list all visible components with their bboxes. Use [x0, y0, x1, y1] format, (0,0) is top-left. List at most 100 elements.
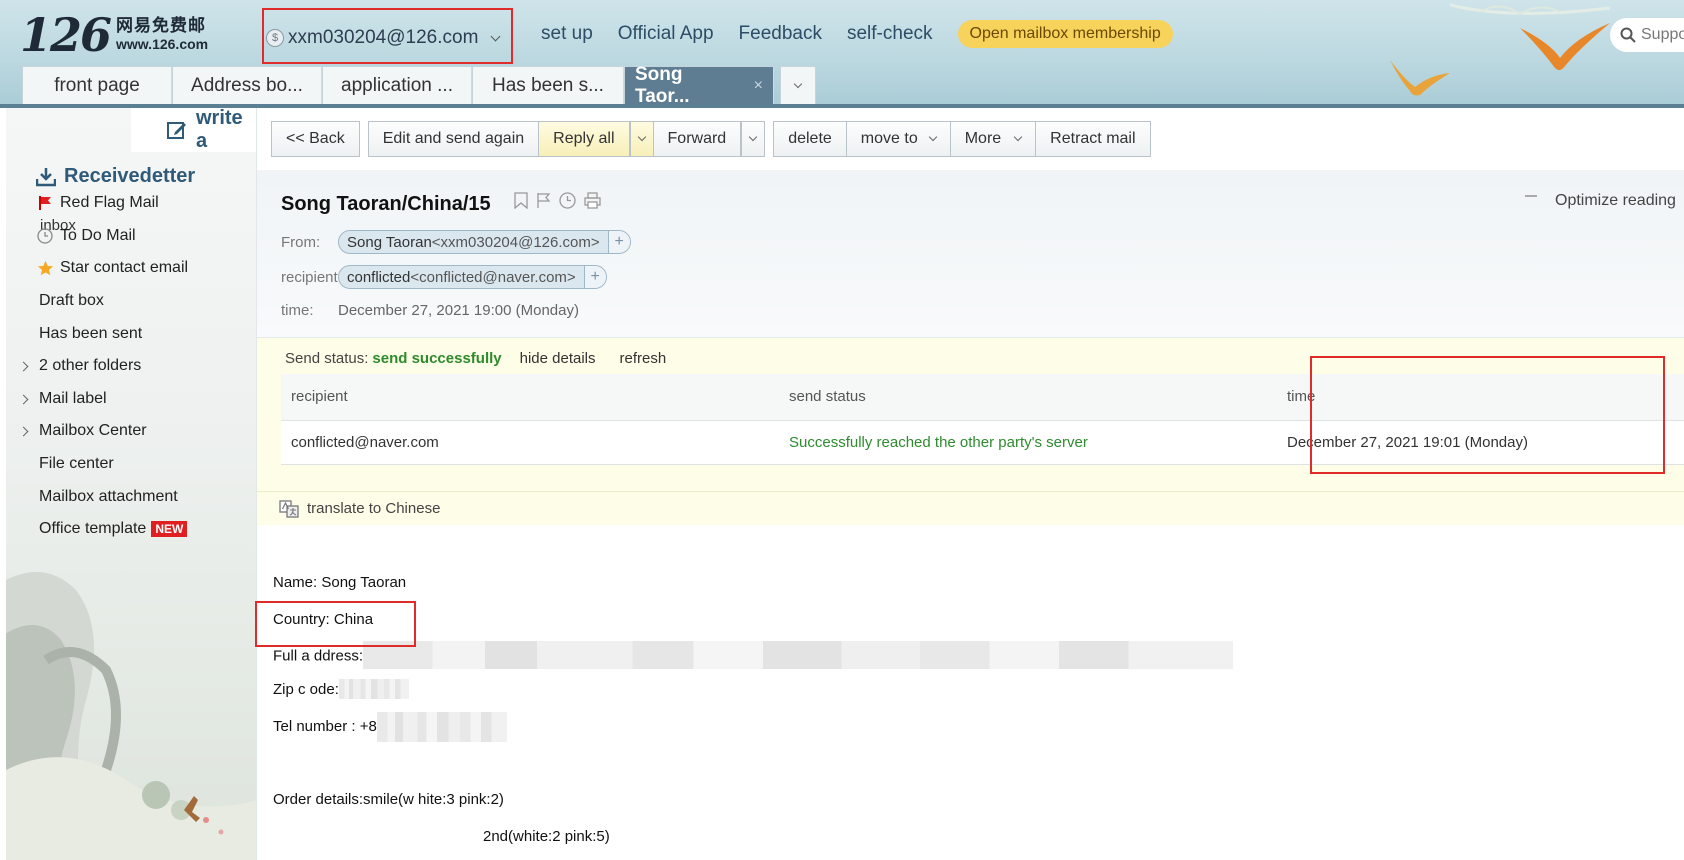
nav-self-check[interactable]: self-check — [847, 23, 933, 45]
sidebar-item-label: Draft box — [39, 292, 104, 309]
address-label: Full a ddress: — [273, 647, 364, 665]
recipient-row: recipient conflicted<conflicted@naver.co… — [281, 265, 607, 289]
column-header: time — [1277, 374, 1684, 421]
account-email: xxm030204@126.com — [288, 27, 479, 48]
sidebar-item-file-center[interactable]: File center — [6, 449, 256, 479]
table-cell: Successfully reached the other party's s… — [779, 420, 1277, 465]
from-row: From: Song Taoran<xxm030204@126.com> + — [281, 230, 631, 254]
add-contact-icon[interactable]: + — [607, 231, 630, 253]
flag-icon[interactable] — [536, 192, 551, 209]
column-header: recipient — [281, 374, 779, 421]
body-order-line-2: 2nd(white:2 pink:5) — [483, 828, 610, 845]
reply-all-dropdown[interactable] — [629, 121, 654, 157]
refresh-link[interactable]: refresh — [620, 350, 667, 367]
table-row: conflicted@naver.com Successfully reache… — [281, 420, 1684, 465]
sidebar-item-label: File center — [39, 455, 114, 472]
tab-address-book[interactable]: Address bo... — [172, 66, 322, 105]
sidebar-item-label: Mailbox attachment — [39, 488, 178, 505]
translate-icon — [279, 499, 299, 518]
edit-send-again-button[interactable]: Edit and send again — [367, 121, 540, 157]
forward-dropdown[interactable] — [741, 121, 766, 157]
nav-setup[interactable]: set up — [541, 23, 593, 45]
move-to-button[interactable]: move to — [846, 121, 951, 157]
redacted-blur — [376, 712, 507, 742]
tab-label: Has been s... — [492, 75, 604, 96]
tab-more-button[interactable] — [780, 66, 816, 105]
search-input[interactable]: Suppo — [1610, 18, 1684, 52]
sender-pill[interactable]: Song Taoran<xxm030204@126.com> + — [338, 230, 631, 254]
print-icon[interactable] — [584, 192, 601, 209]
mail-reader: << Back Edit and send again Reply all Fo… — [257, 108, 1684, 860]
download-inbox-icon — [36, 168, 56, 187]
send-status-table: recipient send status time conflicted@na… — [281, 374, 1684, 465]
sidebar-item-mailbox-attachment[interactable]: Mailbox attachment — [6, 482, 256, 512]
back-button[interactable]: << Back — [271, 121, 360, 157]
time-row: time: December 27, 2021 19:00 (Monday) — [281, 302, 579, 319]
sender-address: <xxm030204@126.com> — [431, 233, 600, 251]
recipient-pill[interactable]: conflicted<conflicted@naver.com> + — [338, 265, 607, 289]
send-status-label: Send status: — [285, 350, 369, 367]
clock-icon — [36, 228, 54, 244]
optimize-reading-label: Optimize reading — [1555, 192, 1676, 209]
table-cell: conflicted@naver.com — [281, 420, 779, 465]
clock-icon[interactable] — [559, 192, 576, 209]
account-dropdown[interactable]: $ xxm030204@126.com — [262, 12, 512, 64]
logo-number: 126 — [20, 8, 112, 62]
chevron-down-icon — [793, 79, 803, 89]
logo[interactable]: 126 网易免费邮 www.126.com — [20, 12, 208, 58]
retract-mail-button[interactable]: Retract mail — [1036, 121, 1151, 157]
redacted-blur — [338, 678, 409, 699]
delete-button[interactable]: delete — [773, 121, 847, 157]
body-order-line: Order details:smile(w hite:3 pink:2) — [273, 791, 504, 808]
top-nav: set up Official App Feedback self-check … — [541, 20, 1173, 48]
sidebar-item-mail-label[interactable]: Mail label — [6, 384, 256, 414]
tab-has-been-sent[interactable]: Has been s... — [472, 66, 624, 105]
nav-official-app[interactable]: Official App — [618, 23, 714, 45]
sidebar-item-to-do[interactable]: To Do Mail — [6, 221, 256, 251]
sidebar-item-star-contact[interactable]: Star contact email — [6, 253, 256, 283]
sender-name: Song Taoran — [347, 233, 432, 251]
sidebar-item-office-template[interactable]: Office template NEW — [6, 514, 256, 544]
recipient-name: conflicted — [347, 268, 411, 286]
more-label: More — [964, 130, 1002, 147]
tab-application[interactable]: application ... — [322, 66, 472, 105]
sidebar-item-other-folders[interactable]: 2 other folders — [6, 351, 256, 381]
chevron-down-icon — [490, 31, 501, 41]
zip-label: Zip c ode: — [273, 681, 339, 698]
star-icon — [36, 260, 54, 277]
chevron-down-icon — [1013, 132, 1023, 142]
more-button[interactable]: More — [950, 121, 1037, 157]
bookmark-icon[interactable] — [514, 192, 528, 209]
chevron-right-icon — [18, 426, 29, 436]
compose-label: write a — [196, 108, 243, 152]
compose-button[interactable]: write a — [131, 108, 256, 152]
membership-button[interactable]: Open mailbox membership — [957, 20, 1173, 48]
sidebar-item-label: Mail label — [39, 390, 107, 407]
forward-button[interactable]: Forward — [653, 121, 742, 157]
hide-details-link[interactable]: hide details — [520, 350, 596, 367]
table-header-row: recipient send status time — [281, 374, 1684, 421]
body-zip-line: Zip c ode: — [273, 678, 409, 699]
pencil-edit-icon — [167, 122, 186, 139]
tab-song-taoran[interactable]: Song Taor... × — [624, 64, 774, 107]
sidebar-item-draft-box[interactable]: Draft box — [6, 286, 256, 316]
tab-label: Song Taor... — [635, 64, 690, 107]
sidebar-item-label: Mailbox Center — [39, 422, 147, 439]
optimize-reading-button[interactable]: Optimize reading — [1525, 192, 1676, 210]
sidebar-item-label: To Do Mail — [60, 227, 136, 244]
tab-front-page[interactable]: front page — [22, 66, 172, 105]
search-icon — [1620, 27, 1636, 43]
tab-label: application ... — [341, 75, 453, 96]
reply-all-button[interactable]: Reply all — [539, 121, 630, 157]
sidebar-item-sent[interactable]: Has been sent — [6, 319, 256, 349]
coin-icon: $ — [266, 29, 284, 47]
close-icon[interactable]: × — [754, 77, 763, 95]
add-contact-icon[interactable]: + — [583, 266, 606, 288]
body-address-line: Full a ddress: — [273, 641, 1234, 669]
sidebar-item-red-flag[interactable]: Red Flag Mail — [6, 188, 256, 218]
nav-feedback[interactable]: Feedback — [739, 23, 822, 45]
translate-button[interactable]: translate to Chinese — [257, 491, 1684, 525]
sidebar-item-mailbox-center[interactable]: Mailbox Center — [6, 416, 256, 446]
tab-label: Address bo... — [191, 75, 303, 96]
send-status-value: send successfully — [372, 350, 502, 367]
